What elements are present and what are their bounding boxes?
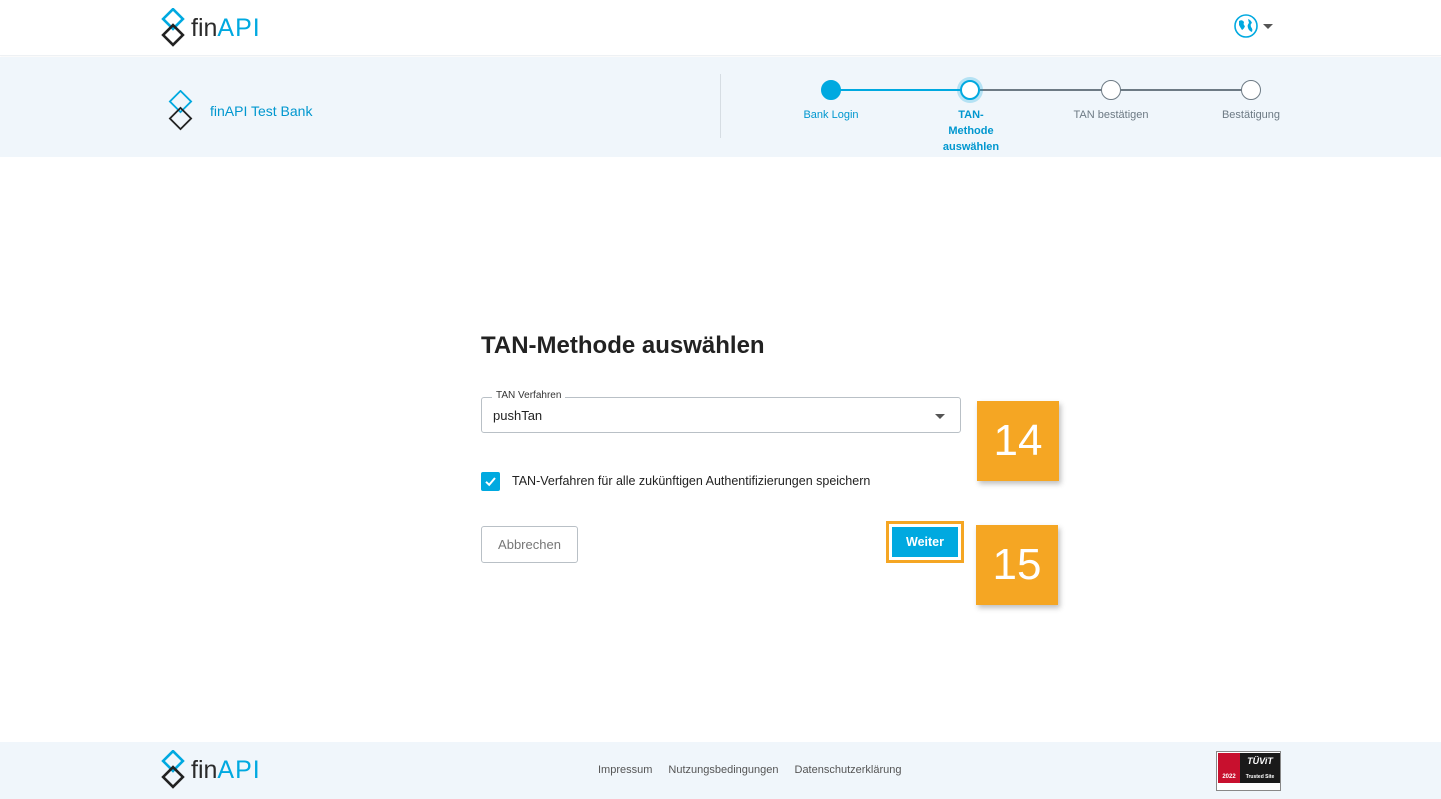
footer: fin API Impressum Nutzungsbedingungen Dat… bbox=[0, 742, 1441, 799]
step-label-confirmation: Bestätigung bbox=[1221, 109, 1281, 121]
tan-method-value: pushTan bbox=[493, 408, 543, 423]
seal-year: 2022 bbox=[1222, 774, 1236, 780]
top-header: fin API bbox=[0, 0, 1441, 56]
progress-stepper: Bank Login TAN-Methode auswählen TAN bes… bbox=[770, 79, 1310, 153]
logo-text-fin: fin bbox=[191, 755, 218, 784]
globe-icon bbox=[1234, 14, 1258, 38]
footer-link-impressum[interactable]: Impressum bbox=[598, 764, 652, 776]
logo-text-fin: fin bbox=[191, 13, 218, 42]
logo-text-api: API bbox=[217, 755, 261, 784]
step-connector bbox=[840, 89, 970, 91]
bank-name: finAPI Test Bank bbox=[210, 103, 313, 119]
finapi-logo[interactable]: fin API bbox=[160, 8, 261, 48]
cancel-button[interactable]: Abbrechen bbox=[481, 526, 578, 563]
divider bbox=[720, 74, 721, 138]
step-connector bbox=[1120, 89, 1250, 91]
annotation-badge-15: 15 bbox=[976, 525, 1058, 605]
remember-tan-checkbox[interactable] bbox=[481, 472, 500, 491]
bank-strip: finAPI Test Bank Bank Login TAN-Methode … bbox=[0, 57, 1441, 157]
footer-link-terms[interactable]: Nutzungsbedingungen bbox=[668, 764, 778, 776]
finapi-diamond-icon bbox=[161, 750, 185, 789]
page-title: TAN-Methode auswählen bbox=[481, 332, 765, 359]
step-dot-confirmation bbox=[1241, 80, 1261, 100]
step-connector bbox=[980, 89, 1110, 91]
annotation-badge-14: 14 bbox=[977, 401, 1059, 481]
step-label-bank-login: Bank Login bbox=[803, 109, 859, 121]
chevron-down-icon bbox=[935, 414, 945, 419]
chevron-down-icon bbox=[1263, 23, 1273, 29]
step-label-tan-method: TAN-Methode auswählen bbox=[942, 109, 1000, 153]
tuv-trusted-site-seal[interactable]: 2022 TÜViT Trusted Site bbox=[1216, 751, 1281, 791]
footer-link-privacy[interactable]: Datenschutzerklärung bbox=[795, 764, 902, 776]
finapi-diamond-icon bbox=[161, 8, 185, 47]
bank-info: finAPI Test Bank bbox=[166, 90, 312, 132]
footer-finapi-logo[interactable]: fin API bbox=[160, 750, 261, 790]
footer-links: Impressum Nutzungsbedingungen Datenschut… bbox=[598, 764, 902, 776]
step-dot-tan-method bbox=[960, 80, 980, 100]
seal-subtitle: Trusted Site bbox=[1245, 774, 1275, 780]
step-dot-bank-login bbox=[821, 80, 841, 100]
tan-method-select[interactable]: TAN Verfahren pushTan bbox=[481, 390, 961, 433]
next-button[interactable]: Weiter bbox=[892, 527, 958, 557]
step-dot-tan-confirm bbox=[1101, 80, 1121, 100]
language-selector[interactable] bbox=[1233, 13, 1273, 39]
remember-tan-label[interactable]: TAN-Verfahren für alle zukünftigen Authe… bbox=[512, 474, 870, 488]
step-label-tan-confirm: TAN bestätigen bbox=[1073, 109, 1149, 121]
finapi-diamond-icon bbox=[168, 90, 193, 131]
check-icon bbox=[485, 477, 496, 487]
tan-method-label: TAN Verfahren bbox=[492, 390, 566, 401]
logo-text-api: API bbox=[217, 13, 261, 42]
